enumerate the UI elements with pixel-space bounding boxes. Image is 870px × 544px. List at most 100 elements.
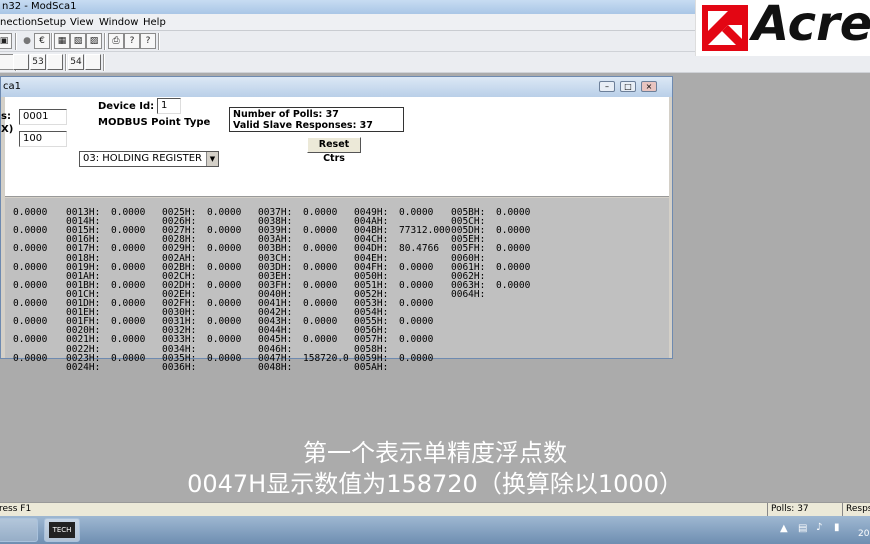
status-responses: Resps [842, 503, 870, 516]
menu-view[interactable]: View [70, 14, 94, 31]
save-icon[interactable]: ▣ [0, 33, 12, 49]
connect-icon[interactable]: ● [19, 33, 35, 49]
menu-help[interactable]: Help [143, 14, 166, 31]
point-type-select[interactable]: 03: HOLDING REGISTER ▼ [79, 151, 219, 167]
register-value[interactable]: 0.0000 [496, 280, 530, 291]
minimize-icon[interactable]: – [599, 81, 615, 92]
function-icon[interactable] [47, 54, 63, 70]
register-value[interactable]: 0.0000 [496, 262, 530, 273]
register-value[interactable]: 0.0000 [303, 299, 337, 309]
display-options-icon[interactable]: ▧ [70, 33, 86, 49]
number-of-polls: Number of Polls: 37 [233, 109, 339, 120]
clock[interactable]: 20 [858, 529, 869, 539]
brand-logo: Acre [695, 0, 870, 56]
taskbar-app-button[interactable] [0, 518, 38, 542]
data-definition-icon[interactable]: ▦ [54, 33, 70, 49]
register-value[interactable]: 0.0000 [13, 208, 47, 218]
display-mode-icon[interactable] [0, 54, 14, 70]
register-value[interactable]: 0.0000 [496, 226, 530, 236]
register-value[interactable]: 80.4766 [399, 244, 439, 254]
register-value[interactable]: 0.0000 [399, 335, 433, 345]
restore-icon[interactable]: □ [620, 81, 636, 92]
register-value[interactable]: 0.0000 [111, 299, 145, 309]
register-value[interactable]: 0.0000 [207, 299, 241, 309]
function-53-icon[interactable]: 53 [30, 54, 46, 70]
register-value[interactable]: 0.0000 [111, 262, 145, 273]
register-value[interactable]: 0.0000 [111, 335, 145, 345]
register-value[interactable]: 158720.0 [303, 353, 349, 364]
windows-taskbar: TECH ▲ ▤ ♪ ▮ 20 [0, 516, 870, 544]
register-value[interactable]: 0.0000 [399, 317, 433, 327]
register-value[interactable]: 0.0000 [207, 208, 241, 218]
register-value[interactable]: 0.0000 [303, 208, 337, 218]
volume-icon[interactable]: ♪ [816, 522, 822, 533]
register-value[interactable]: 0.0000 [303, 335, 337, 345]
register-value[interactable]: 0.0000 [399, 353, 433, 364]
print-icon[interactable]: ⎙ [108, 33, 124, 49]
register-value[interactable]: 77312.000 [399, 226, 450, 236]
register-value[interactable]: 0.0000 [13, 353, 47, 364]
register-value[interactable]: 0.0000 [111, 244, 145, 254]
device-id-input[interactable]: 1 [157, 98, 181, 114]
register-value[interactable]: 0.0000 [207, 280, 241, 291]
register-value[interactable]: 0.0000 [207, 317, 241, 327]
register-value[interactable]: 0.0000 [303, 244, 337, 254]
register-value[interactable]: 0.0000 [303, 280, 337, 291]
function-54-icon[interactable]: 54 [68, 54, 84, 70]
register-value[interactable]: 0.0000 [399, 208, 433, 218]
register-value[interactable]: 0.0000 [303, 262, 337, 273]
register-view-icon[interactable]: ▨ [86, 33, 102, 49]
register-value[interactable]: 0.0000 [207, 335, 241, 345]
function-icon[interactable] [85, 54, 101, 70]
about-icon[interactable]: ? [124, 33, 140, 49]
register-value[interactable]: 0.0000 [496, 208, 530, 218]
register-value[interactable]: 0.0000 [303, 226, 337, 236]
register-value[interactable]: 0.0000 [13, 244, 47, 254]
address-input[interactable]: 0001 [19, 109, 67, 125]
reset-counters-button[interactable]: Reset Ctrs [307, 137, 361, 164]
menu-setup[interactable]: Setup [37, 14, 66, 31]
register-value[interactable]: 0.0000 [13, 262, 47, 273]
toolbar-separator [65, 54, 67, 71]
register-value[interactable]: 0.0000 [111, 280, 145, 291]
show-hidden-icons-icon[interactable]: ▲ [780, 523, 788, 534]
taskbar-modscan-button[interactable]: TECH [44, 518, 80, 542]
register-value[interactable]: 0.0000 [13, 226, 47, 236]
register-value[interactable]: 0.0000 [13, 299, 47, 309]
register-address: 0048H: [258, 361, 293, 373]
context-help-icon[interactable]: ? [140, 33, 156, 49]
register-value[interactable]: 0.0000 [111, 226, 145, 236]
register-value[interactable]: 0.0000 [111, 317, 145, 327]
address-label: s: [1, 111, 11, 122]
register-address: 0024H: [66, 361, 101, 373]
signal-icon[interactable]: ▮ [834, 522, 840, 533]
register-value[interactable]: 0.0000 [207, 226, 241, 236]
disconnect-icon[interactable]: € [34, 33, 50, 49]
network-icon[interactable]: ▤ [798, 523, 807, 534]
register-value[interactable]: 0.0000 [13, 317, 47, 327]
length-input[interactable]: 100 [19, 131, 67, 147]
register-value[interactable]: 0.0000 [496, 244, 530, 254]
chevron-down-icon[interactable]: ▼ [206, 152, 218, 166]
poll-counters-box: Number of Polls: 37 Valid Slave Response… [229, 107, 404, 132]
register-value[interactable]: 0.0000 [207, 244, 241, 254]
register-value[interactable]: 0.0000 [13, 280, 47, 291]
register-value[interactable]: 0.0000 [303, 317, 337, 327]
register-value[interactable]: 0.0000 [111, 353, 145, 364]
menu-window[interactable]: Window [99, 14, 138, 31]
register-value[interactable]: 0.0000 [399, 299, 433, 309]
register-value[interactable]: 0.0000 [399, 262, 433, 273]
close-icon[interactable]: × [641, 81, 657, 92]
register-value[interactable]: 0.0000 [207, 353, 241, 364]
register-data-panel: 0.0000 0.0000 0.0000 0.0000 0.0000 0.0000 0.00… [5, 198, 669, 372]
system-tray: ▲ ▤ ♪ ▮ 20 [760, 516, 870, 544]
menu-connection[interactable]: nection [0, 14, 37, 31]
function-icon[interactable] [13, 54, 29, 70]
register-value[interactable]: 0.0000 [13, 335, 47, 345]
register-value[interactable]: 0.0000 [111, 208, 145, 218]
logo-mark-icon [702, 5, 748, 51]
toolbar-separator [103, 54, 105, 71]
register-address: 0064H: [451, 288, 486, 300]
register-value[interactable]: 0.0000 [399, 280, 433, 291]
register-value[interactable]: 0.0000 [207, 262, 241, 273]
